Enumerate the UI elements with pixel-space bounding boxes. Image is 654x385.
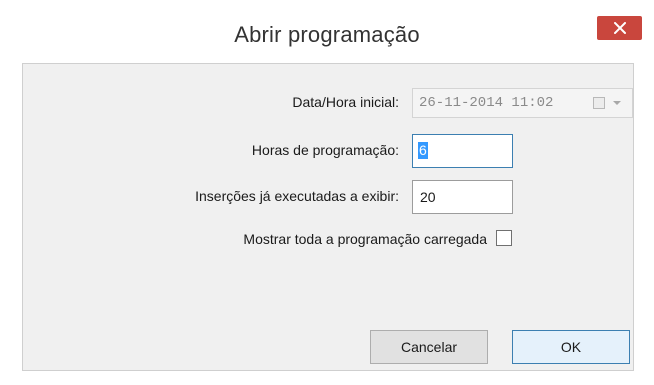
dialog-title: Abrir programação (234, 22, 420, 47)
checkbox-icon (593, 97, 605, 109)
title-bar: Abrir programação (0, 0, 654, 60)
start-datetime-value: 26-11-2014 11:02 (419, 95, 554, 111)
show-all-checkbox[interactable] (496, 230, 512, 246)
executed-insertions-value: 20 (420, 189, 436, 205)
show-all-label: Mostrar toda a programação carregada (243, 231, 487, 247)
programming-hours-value: 6 (418, 142, 428, 159)
open-programming-dialog: Abrir programação Data/Hora inicial: 26-… (0, 0, 654, 385)
executed-insertions-label: Inserções já executadas a exibir: (195, 188, 399, 204)
programming-hours-input[interactable]: 6 (412, 134, 513, 168)
executed-insertions-input[interactable]: 20 (412, 180, 513, 214)
start-datetime-picker: 26-11-2014 11:02 (412, 88, 633, 118)
dialog-body: Data/Hora inicial: 26-11-2014 11:02 Hora… (22, 63, 634, 371)
programming-hours-label: Horas de programação: (251, 142, 399, 158)
close-button[interactable] (597, 16, 642, 40)
ok-button[interactable]: OK (512, 330, 630, 364)
cancel-button[interactable]: Cancelar (370, 330, 488, 364)
start-datetime-label: Data/Hora inicial: (292, 94, 399, 110)
chevron-down-icon (610, 96, 624, 110)
close-icon (613, 22, 626, 34)
